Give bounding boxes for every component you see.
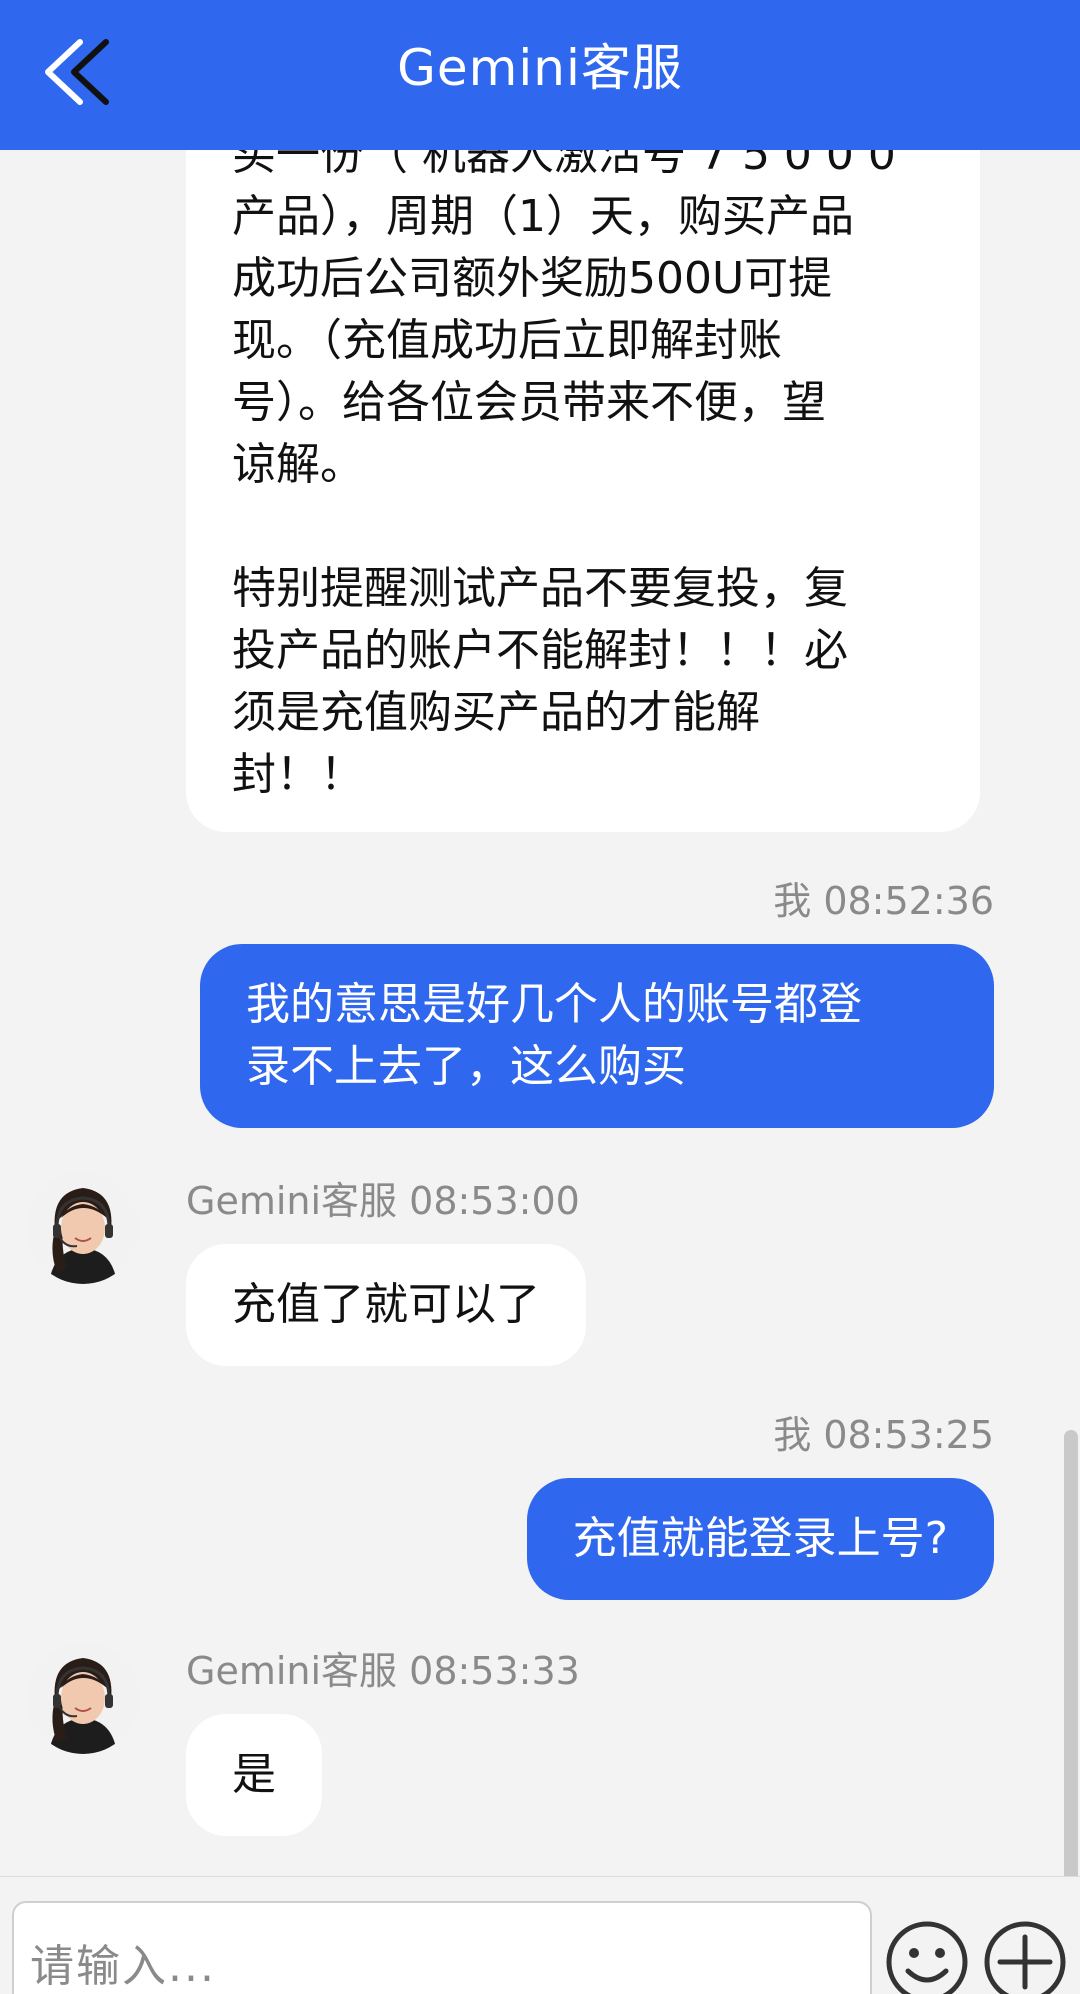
add-attachment-button[interactable] bbox=[982, 1919, 1068, 1994]
header-bar: Gemini客服 bbox=[0, 0, 1080, 150]
plus-circle-icon bbox=[984, 1921, 1066, 1994]
message-meta: Gemini客服 08:53:33 bbox=[186, 1648, 580, 1694]
avatar[interactable] bbox=[27, 1642, 139, 1754]
chat-screen: Gemini客服 买一份（ 机器人激活号 7 5 0 0 0 产品），周期（1）… bbox=[0, 0, 1080, 1994]
timestamp: 08:53:33 bbox=[409, 1649, 580, 1693]
timestamp: 08:53:25 bbox=[823, 1413, 994, 1457]
scrollbar[interactable] bbox=[1064, 1430, 1078, 1876]
timestamp: 08:53:00 bbox=[409, 1179, 580, 1223]
avatar[interactable] bbox=[27, 1172, 139, 1284]
input-bar bbox=[0, 1876, 1080, 1994]
message-bubble-incoming: 充值了就可以了 bbox=[186, 1244, 586, 1366]
message-meta: Gemini客服 08:53:00 bbox=[186, 1178, 580, 1224]
sender-name: Gemini客服 bbox=[186, 1179, 398, 1223]
message-meta: 我 08:52:36 bbox=[773, 878, 994, 924]
message-bubble-outgoing: 我的意思是好几个人的账号都登 录不上去了，这么购买 bbox=[200, 944, 994, 1128]
support-agent-avatar-icon bbox=[27, 1642, 139, 1754]
sender-name: 我 bbox=[773, 1413, 812, 1457]
message-bubble-incoming: 是 bbox=[186, 1714, 322, 1836]
smiley-icon bbox=[886, 1921, 968, 1994]
message-meta: 我 08:53:25 bbox=[773, 1412, 994, 1458]
emoji-button[interactable] bbox=[884, 1919, 970, 1994]
message-bubble-incoming: 买一份（ 机器人激活号 7 5 0 0 0 产品），周期（1）天，购买产品 成功… bbox=[186, 150, 980, 832]
message-bubble-outgoing: 充值就能登录上号? bbox=[526, 1478, 994, 1600]
sender-name: 我 bbox=[773, 879, 812, 923]
page-title: Gemini客服 bbox=[397, 39, 683, 97]
timestamp: 08:52:36 bbox=[823, 879, 994, 923]
message-input[interactable] bbox=[12, 1901, 872, 1994]
sender-name: Gemini客服 bbox=[186, 1649, 398, 1693]
support-agent-avatar-icon bbox=[27, 1172, 139, 1284]
message-list[interactable]: 买一份（ 机器人激活号 7 5 0 0 0 产品），周期（1）天，购买产品 成功… bbox=[0, 150, 1080, 1876]
